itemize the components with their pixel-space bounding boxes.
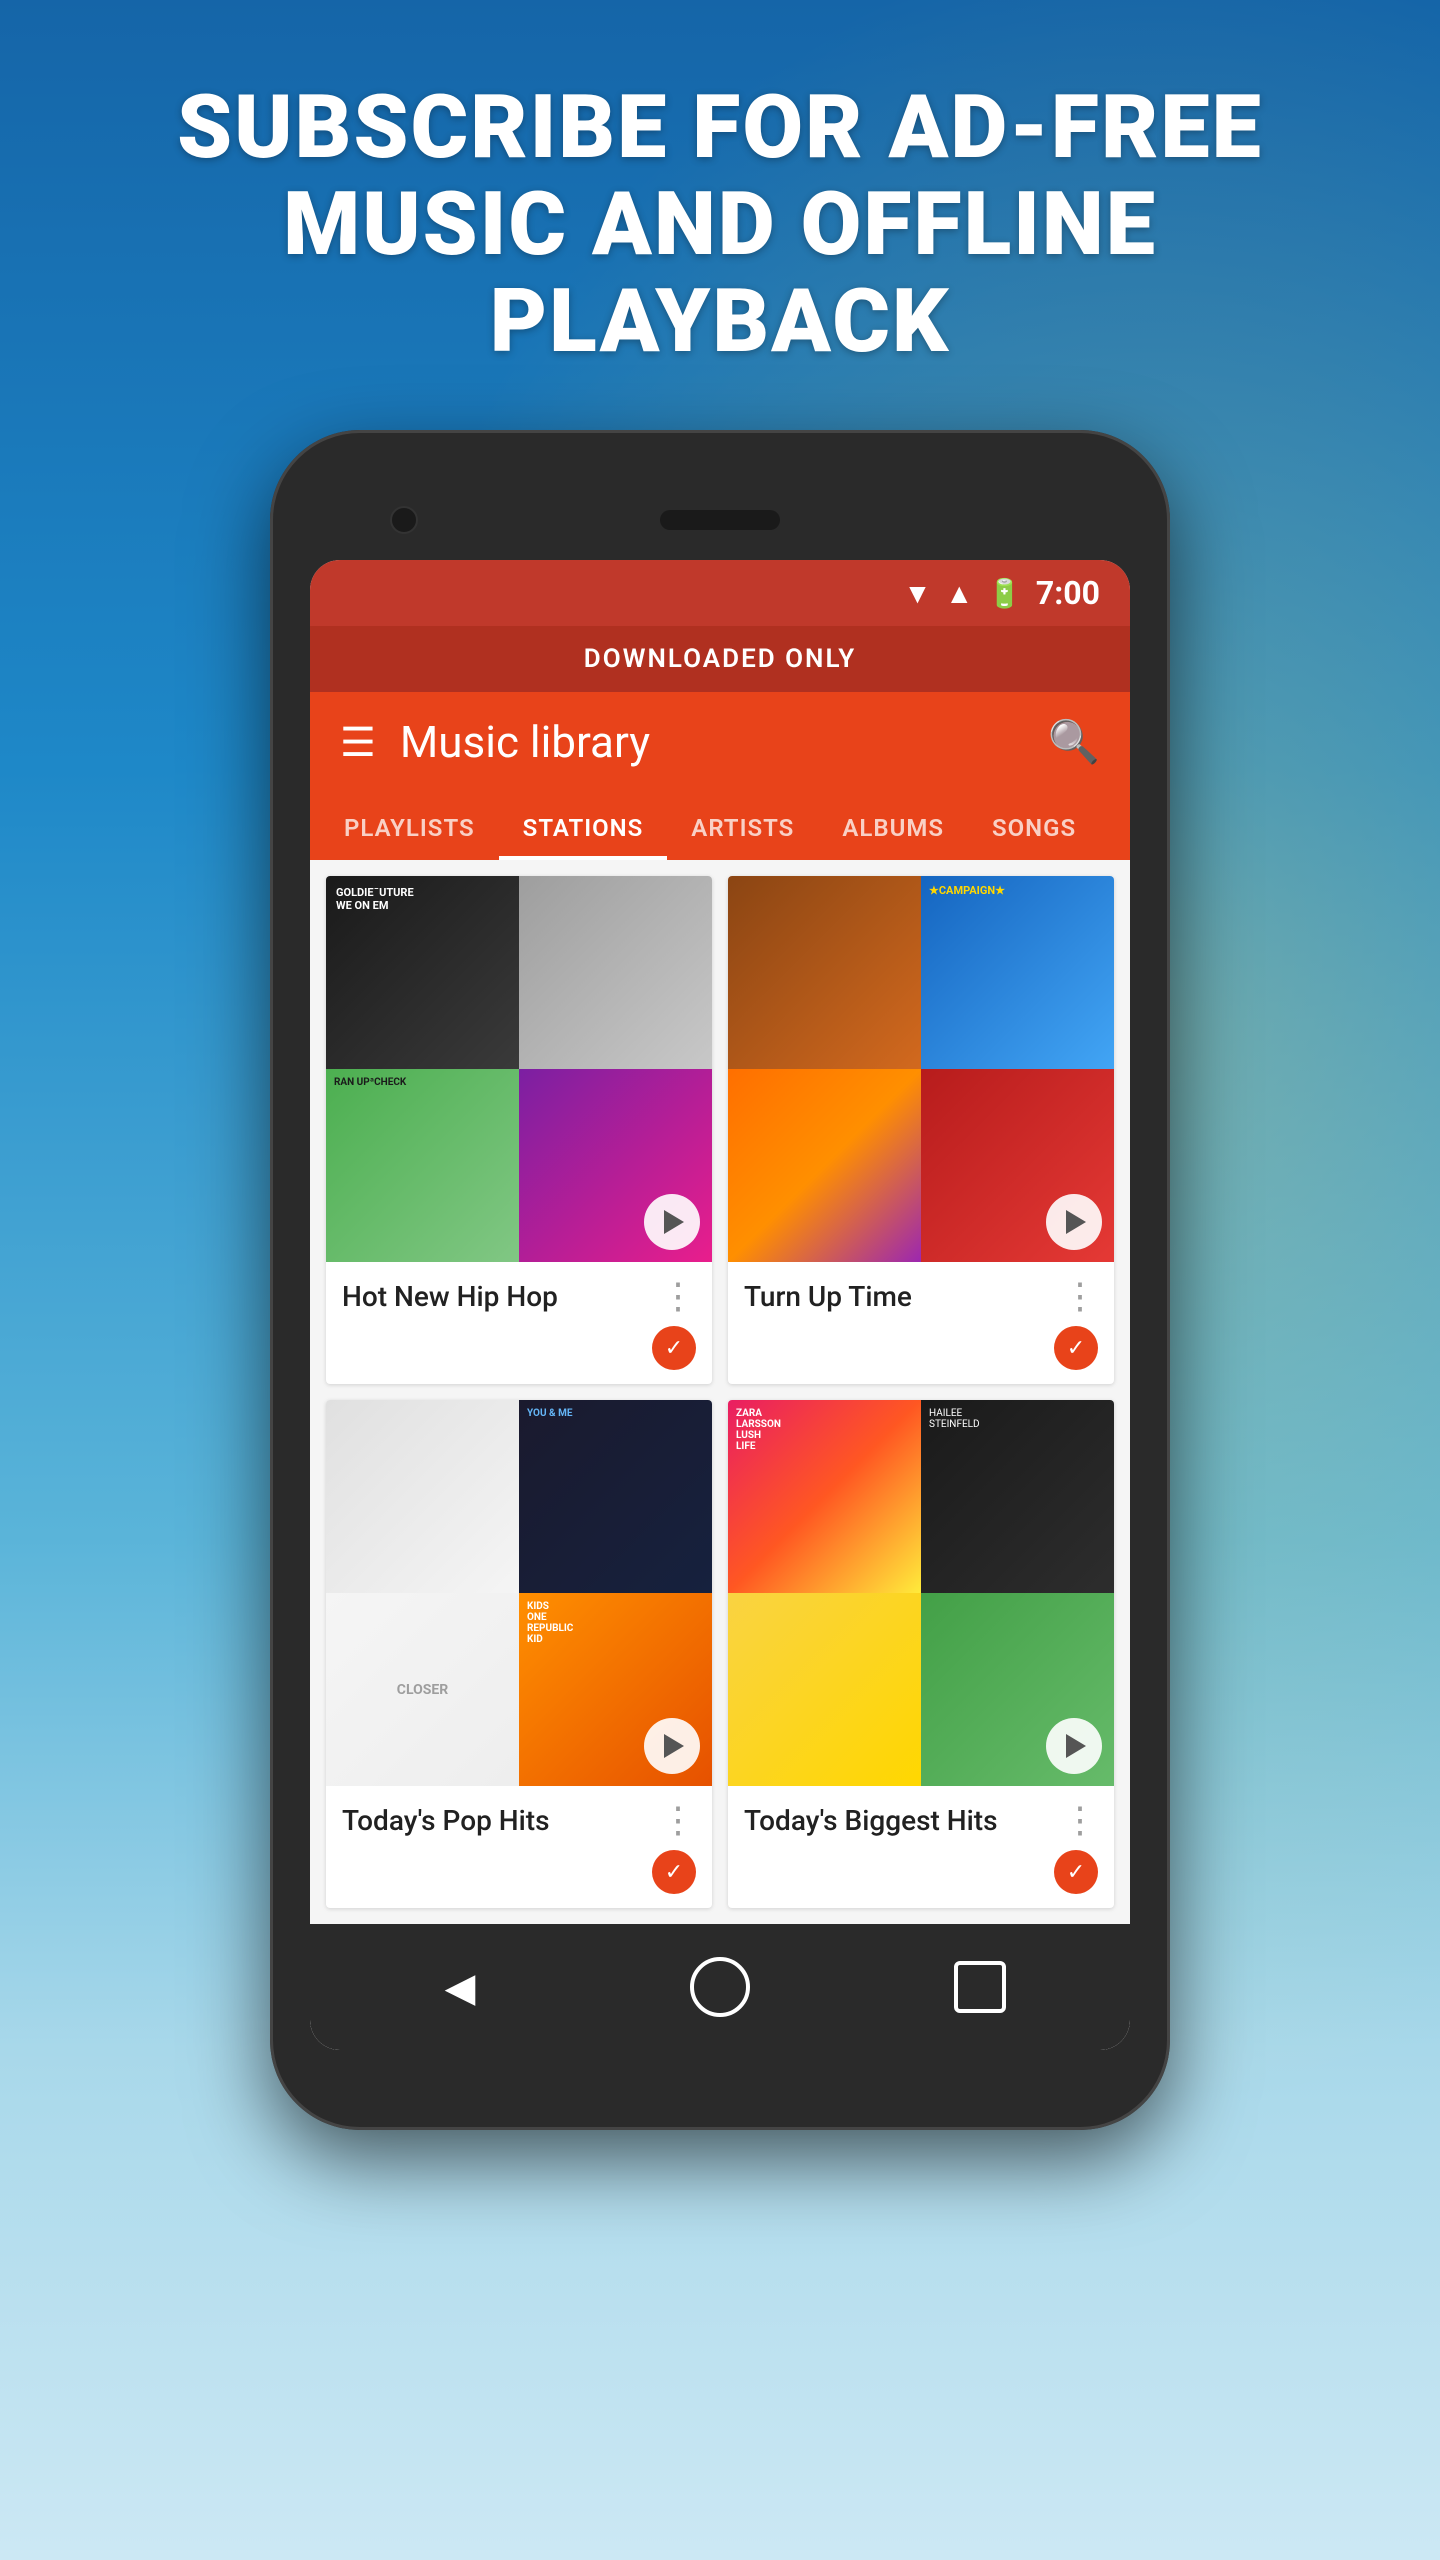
album-art-grid (728, 1400, 1114, 1786)
back-icon: ◀ (445, 1964, 476, 2011)
album-thumb-3 (728, 1069, 921, 1262)
card-info: Hot New Hip Hop ⋮ (326, 1262, 712, 1326)
phone-screen: ▼ ▲ 🔋 7:00 DOWNLOADED ONLY ☰ Music libra… (310, 560, 1130, 2050)
downloaded-badge: ✓ (1054, 1326, 1098, 1370)
album-thumb-3 (326, 1593, 519, 1786)
tab-playlists[interactable]: PLAYLISTS (320, 792, 499, 860)
tab-albums[interactable]: ALBUMS (818, 792, 968, 860)
more-options-icon[interactable]: ⋮ (660, 1802, 696, 1838)
wifi-icon: ▼ (904, 577, 932, 610)
playlist-card-turn-up-time[interactable]: Turn Up Time ⋮ ✓ (728, 876, 1114, 1384)
album-thumb-2 (519, 876, 712, 1069)
playlist-card-todays-biggest-hits[interactable]: Today's Biggest Hits ⋮ ✓ (728, 1400, 1114, 1908)
app-switcher-button[interactable] (945, 1952, 1015, 2022)
play-triangle-icon (664, 1734, 684, 1758)
card-footer: ✓ (326, 1326, 712, 1384)
download-check-icon: ✓ (1067, 1336, 1085, 1361)
card-footer: ✓ (728, 1326, 1114, 1384)
search-icon[interactable]: 🔍 (1048, 718, 1100, 767)
album-art-grid (326, 1400, 712, 1786)
tabs-bar: PLAYLISTS STATIONS ARTISTS ALBUMS SONGS (310, 792, 1130, 860)
phone-top-bar (310, 490, 1130, 550)
playlist-title: Hot New Hip Hop (342, 1280, 558, 1313)
album-thumb-2 (921, 1400, 1114, 1593)
hamburger-menu-icon[interactable]: ☰ (340, 719, 376, 766)
play-button[interactable] (644, 1194, 700, 1250)
download-check-icon: ✓ (1067, 1860, 1085, 1885)
more-options-icon[interactable]: ⋮ (1062, 1802, 1098, 1838)
album-thumb-1 (326, 1400, 519, 1593)
album-thumb-2 (519, 1400, 712, 1593)
downloaded-badge: ✓ (652, 1850, 696, 1894)
status-bar: ▼ ▲ 🔋 7:00 (310, 560, 1130, 626)
phone-device: ▼ ▲ 🔋 7:00 DOWNLOADED ONLY ☰ Music libra… (270, 430, 1170, 2130)
album-thumb-1 (728, 1400, 921, 1593)
playlist-grid: Hot New Hip Hop ⋮ ✓ (326, 876, 1114, 1908)
album-thumb-3 (326, 1069, 519, 1262)
playlist-title: Turn Up Time (744, 1280, 912, 1313)
play-button[interactable] (1046, 1194, 1102, 1250)
download-check-icon: ✓ (665, 1336, 683, 1361)
app-title: Music library (400, 716, 650, 768)
play-button[interactable] (1046, 1718, 1102, 1774)
status-time: 7:00 (1036, 574, 1100, 612)
download-banner-text: DOWNLOADED ONLY (584, 644, 856, 674)
home-button[interactable] (685, 1952, 755, 2022)
home-circle-icon (690, 1957, 750, 2017)
phone-shell: ▼ ▲ 🔋 7:00 DOWNLOADED ONLY ☰ Music libra… (270, 430, 1170, 2130)
downloaded-badge: ✓ (652, 1326, 696, 1370)
play-button[interactable] (644, 1718, 700, 1774)
card-info: Turn Up Time ⋮ (728, 1262, 1114, 1326)
playlist-title: Today's Pop Hits (342, 1804, 550, 1837)
album-art-grid (728, 876, 1114, 1262)
downloaded-badge: ✓ (1054, 1850, 1098, 1894)
more-options-icon[interactable]: ⋮ (660, 1278, 696, 1314)
play-triangle-icon (664, 1210, 684, 1234)
album-art-grid (326, 876, 712, 1262)
playlist-title: Today's Biggest Hits (744, 1804, 998, 1837)
playlist-card-hot-new-hip-hop[interactable]: Hot New Hip Hop ⋮ ✓ (326, 876, 712, 1384)
tab-songs[interactable]: SONGS (968, 792, 1100, 860)
front-camera (390, 506, 418, 534)
back-button[interactable]: ◀ (425, 1952, 495, 2022)
tab-stations[interactable]: STATIONS (499, 792, 668, 860)
more-options-icon[interactable]: ⋮ (1062, 1278, 1098, 1314)
subscribe-banner: SUBSCRIBE FOR AD-FREE MUSIC AND OFFLINE … (0, 0, 1440, 410)
card-info: Today's Pop Hits ⋮ (326, 1786, 712, 1850)
card-footer: ✓ (326, 1850, 712, 1908)
phone-speaker (660, 510, 780, 530)
signal-icon: ▲ (945, 577, 973, 610)
tab-artists[interactable]: ARTISTS (667, 792, 818, 860)
play-triangle-icon (1066, 1210, 1086, 1234)
card-info: Today's Biggest Hits ⋮ (728, 1786, 1114, 1850)
album-thumb-3 (728, 1593, 921, 1786)
app-header: ☰ Music library 🔍 (310, 692, 1130, 792)
header-left: ☰ Music library (340, 716, 650, 768)
battery-icon: 🔋 (987, 577, 1022, 610)
navigation-bar: ◀ (310, 1924, 1130, 2050)
playlist-card-todays-pop-hits[interactable]: Today's Pop Hits ⋮ ✓ (326, 1400, 712, 1908)
album-thumb-1 (728, 876, 921, 1069)
download-only-banner: DOWNLOADED ONLY (310, 626, 1130, 692)
content-area: Hot New Hip Hop ⋮ ✓ (310, 860, 1130, 1924)
album-thumb-2 (921, 876, 1114, 1069)
album-thumb-1 (326, 876, 519, 1069)
subscribe-text: SUBSCRIBE FOR AD-FREE MUSIC AND OFFLINE … (60, 80, 1380, 370)
card-footer: ✓ (728, 1850, 1114, 1908)
status-icons: ▼ ▲ 🔋 7:00 (904, 574, 1100, 612)
download-check-icon: ✓ (665, 1860, 683, 1885)
app-switcher-icon (954, 1961, 1006, 2013)
play-triangle-icon (1066, 1734, 1086, 1758)
